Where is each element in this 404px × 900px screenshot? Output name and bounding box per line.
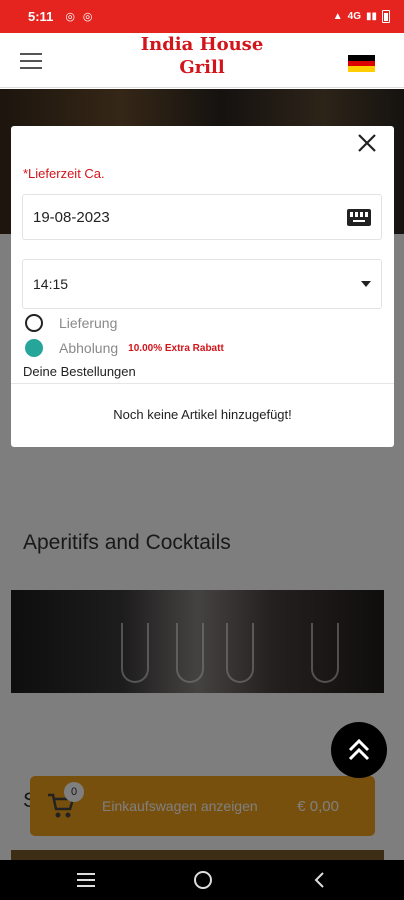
german-flag-icon[interactable] (348, 55, 375, 73)
orders-title: Deine Bestellungen (23, 364, 136, 379)
recent-apps-icon[interactable] (77, 873, 95, 887)
close-icon[interactable] (356, 132, 378, 154)
back-icon[interactable] (312, 871, 326, 889)
app-header: India House Grill (0, 33, 404, 88)
system-nav-bar (0, 860, 404, 900)
delivery-option-label: Lieferung (59, 315, 118, 331)
battery-icon (382, 10, 390, 23)
double-chevron-up-icon (348, 738, 370, 761)
pickup-option-label: Abholung (59, 340, 119, 356)
brand-name-line1: India House (140, 34, 264, 55)
pickup-discount-note: 10.00% Extra Rabatt (128, 342, 224, 354)
wifi-icon: ▲ (332, 11, 343, 22)
status-bar: 5:11 ◎ ◎ ▲ 4G ▮▮ (0, 0, 404, 33)
network-type: 4G (347, 11, 361, 22)
date-value: 19-08-2023 (33, 208, 110, 226)
delivery-option[interactable]: Lieferung (25, 314, 117, 332)
scroll-to-top-button[interactable] (331, 722, 387, 778)
empty-cart-message: Noch keine Artikel hinzugefügt! (113, 407, 292, 422)
status-time: 5:11 (28, 9, 54, 24)
delivery-time-label: *Lieferzeit Ca. (23, 166, 105, 181)
home-icon[interactable] (194, 871, 212, 889)
pickup-option[interactable]: Abholung 10.00% Extra Rabatt (25, 339, 224, 357)
signal-icon: ▮▮ (365, 11, 377, 22)
order-type-dialog: *Lieferzeit Ca. 19-08-2023 14:15 Lieferu… (11, 126, 394, 447)
brand-name-line2: Grill (179, 57, 225, 78)
time-value: 14:15 (33, 276, 69, 292)
status-notification-icons: ◎ ◎ (65, 10, 92, 23)
dropdown-arrow-icon (361, 281, 371, 287)
status-right: ▲ 4G ▮▮ (333, 10, 390, 23)
date-input[interactable]: 19-08-2023 (22, 194, 382, 240)
brand-logo: India House Grill (0, 33, 404, 79)
sim-icon: ◎ (65, 11, 75, 23)
radio-button-pickup[interactable] (25, 339, 43, 357)
time-select[interactable]: 14:15 (22, 259, 382, 309)
sim-icon: ◎ (82, 11, 93, 23)
radio-button-delivery[interactable] (25, 314, 43, 332)
divider (11, 383, 394, 384)
keyboard-icon[interactable] (347, 208, 371, 226)
